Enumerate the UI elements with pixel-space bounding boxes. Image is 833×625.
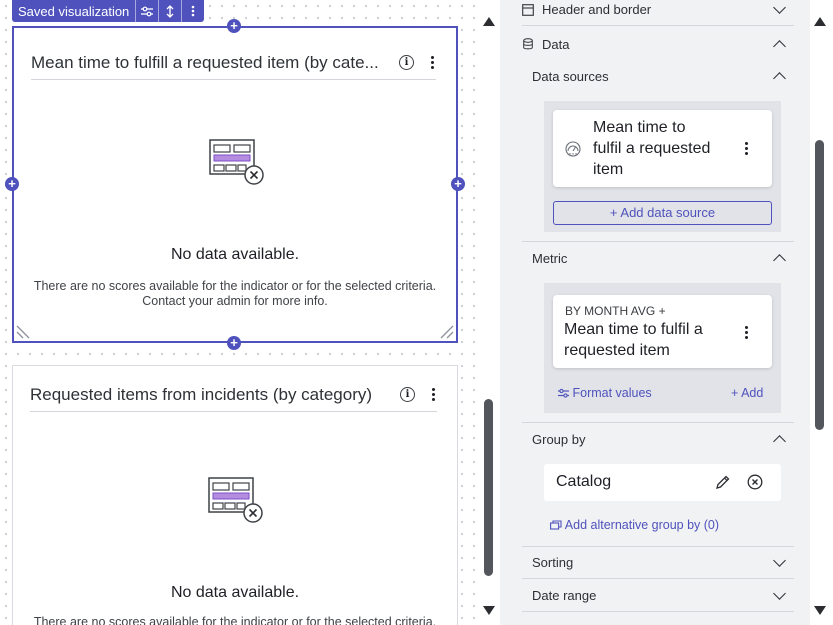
metric-area: BY MONTH AVG + Mean time to fulfil a req… bbox=[544, 283, 781, 413]
widget-title: Mean time to fulfill a requested item (b… bbox=[31, 52, 379, 72]
panel-scroll-thumb[interactable] bbox=[815, 140, 824, 430]
canvas-scrollbar[interactable] bbox=[478, 0, 500, 625]
chevron-up-icon[interactable] bbox=[773, 40, 786, 53]
scroll-down-arrow-icon[interactable] bbox=[483, 606, 495, 615]
resize-handle-bottom-left[interactable] bbox=[16, 321, 34, 339]
scroll-up-arrow-icon[interactable] bbox=[814, 17, 826, 26]
subsection-label: Metric bbox=[532, 250, 568, 266]
subsection-label: Sorting bbox=[532, 555, 574, 570]
add-handle-bottom[interactable]: + bbox=[227, 336, 241, 350]
scroll-up-arrow-icon[interactable] bbox=[483, 17, 495, 26]
canvas-scroll-thumb[interactable] bbox=[484, 399, 493, 576]
metric-name-line1: Mean time to fulfil a bbox=[564, 321, 703, 338]
chevron-down-icon[interactable] bbox=[773, 554, 786, 567]
metric-card[interactable]: BY MONTH AVG + Mean time to fulfil a req… bbox=[553, 295, 772, 368]
group-stack-icon bbox=[550, 520, 562, 530]
subsection-label: Group by bbox=[532, 431, 586, 447]
widget-more-icon[interactable] bbox=[429, 388, 437, 401]
format-values-label: Format values bbox=[572, 386, 652, 400]
chevron-up-icon[interactable] bbox=[773, 254, 786, 267]
add-alternative-group-by-label: Add alternative group by (0) bbox=[564, 518, 720, 532]
info-icon[interactable]: i bbox=[400, 387, 415, 402]
data-source-card[interactable]: Mean time to fulfil a requested item bbox=[553, 110, 772, 187]
metric-more-icon[interactable] bbox=[742, 326, 750, 339]
data-source-name-line1: Mean time to bbox=[593, 119, 686, 136]
data-source-name-line2: fulfil a requested bbox=[593, 140, 711, 157]
no-data-title: No data available. bbox=[170, 246, 300, 263]
subsection-group-by[interactable]: Group by bbox=[522, 423, 794, 455]
info-icon[interactable]: i bbox=[399, 55, 414, 70]
widget-mean-time-fulfill[interactable]: Mean time to fulfill a requested item (b… bbox=[12, 26, 458, 343]
format-values-link[interactable]: Format values bbox=[558, 386, 652, 400]
subsection-metric[interactable]: Metric bbox=[522, 242, 794, 274]
chevron-down-icon[interactable] bbox=[773, 587, 786, 600]
widget-header: Mean time to fulfill a requested item (b… bbox=[31, 46, 436, 80]
no-data-title: No data available. bbox=[170, 584, 300, 601]
panel-scrollbar[interactable] bbox=[810, 0, 833, 625]
data-source-more-icon[interactable] bbox=[742, 142, 750, 155]
data-source-name-line3: item bbox=[593, 161, 624, 178]
more-vertical-icon[interactable] bbox=[181, 0, 204, 22]
data-source-name: Mean time to fulfil a requested item bbox=[593, 117, 710, 180]
database-icon bbox=[523, 38, 533, 50]
group-by-value: Catalog bbox=[556, 473, 612, 490]
subsection-date-range[interactable]: Date range bbox=[522, 580, 794, 612]
no-data-line2: Contact your admin for more info. bbox=[142, 294, 328, 308]
config-panel: Header and border Data Data sources Mean… bbox=[500, 0, 810, 625]
subsection-sorting[interactable]: Sorting bbox=[522, 547, 794, 579]
subsection-data-sources[interactable]: Data sources bbox=[522, 60, 794, 92]
filter-sliders-icon[interactable] bbox=[135, 0, 158, 22]
header-border-icon bbox=[522, 3, 534, 16]
metric-name: Mean time to fulfil a requested item bbox=[564, 319, 703, 361]
widget-header: Requested items from incidents (by categ… bbox=[30, 378, 437, 412]
section-data[interactable]: Data bbox=[522, 28, 794, 60]
dashboard-canvas: Saved visualization Mean time to fulfill… bbox=[0, 0, 478, 625]
no-data-table-icon bbox=[208, 477, 263, 523]
widget-title: Requested items from incidents (by categ… bbox=[30, 384, 373, 404]
section-header-and-border[interactable]: Header and border bbox=[522, 0, 794, 26]
resize-handle-bottom-right[interactable] bbox=[436, 321, 454, 339]
add-handle-top[interactable]: + bbox=[227, 19, 241, 33]
add-data-source-button[interactable]: + Add data source bbox=[553, 201, 772, 225]
metric-prefix: BY MONTH AVG + bbox=[565, 304, 666, 318]
group-by-card[interactable]: Catalog bbox=[544, 464, 781, 501]
add-metric-link[interactable]: + Add bbox=[731, 386, 763, 400]
add-alternative-group-by-link[interactable]: Add alternative group by (0) bbox=[550, 518, 719, 532]
widget-requested-items-incidents[interactable]: Requested items from incidents (by categ… bbox=[12, 365, 458, 625]
subsection-label: Data sources bbox=[532, 68, 609, 84]
vertical-resize-icon[interactable] bbox=[158, 0, 181, 22]
edit-pencil-icon[interactable] bbox=[715, 474, 731, 490]
no-data-description: There are no scores available for the in… bbox=[14, 279, 456, 309]
no-data-line1: There are no scores available for the in… bbox=[33, 615, 437, 625]
scroll-down-arrow-icon[interactable] bbox=[814, 606, 826, 615]
saved-visualization-label: Saved visualization bbox=[18, 3, 130, 19]
chevron-up-icon[interactable] bbox=[773, 72, 786, 85]
add-handle-left[interactable]: + bbox=[5, 177, 19, 191]
indicator-gauge-icon bbox=[565, 141, 581, 157]
format-sliders-icon bbox=[558, 388, 569, 398]
no-data-table-icon bbox=[209, 139, 264, 185]
add-handle-right[interactable]: + bbox=[451, 177, 465, 191]
section-label: Data bbox=[542, 36, 570, 52]
subsection-label: Date range bbox=[532, 588, 597, 603]
widget-more-icon[interactable] bbox=[428, 56, 436, 69]
section-label: Header and border bbox=[542, 2, 652, 17]
data-sources-area: Mean time to fulfil a requested item + A… bbox=[544, 101, 781, 232]
remove-circle-icon[interactable] bbox=[747, 474, 763, 490]
metric-name-line2: requested item bbox=[564, 342, 670, 359]
no-data-line1: There are no scores available for the in… bbox=[33, 279, 437, 293]
chevron-down-icon[interactable] bbox=[773, 1, 786, 14]
chevron-up-icon[interactable] bbox=[773, 435, 786, 448]
no-data-description: There are no scores available for the in… bbox=[13, 615, 457, 625]
saved-visualization-tab[interactable]: Saved visualization bbox=[12, 0, 204, 22]
